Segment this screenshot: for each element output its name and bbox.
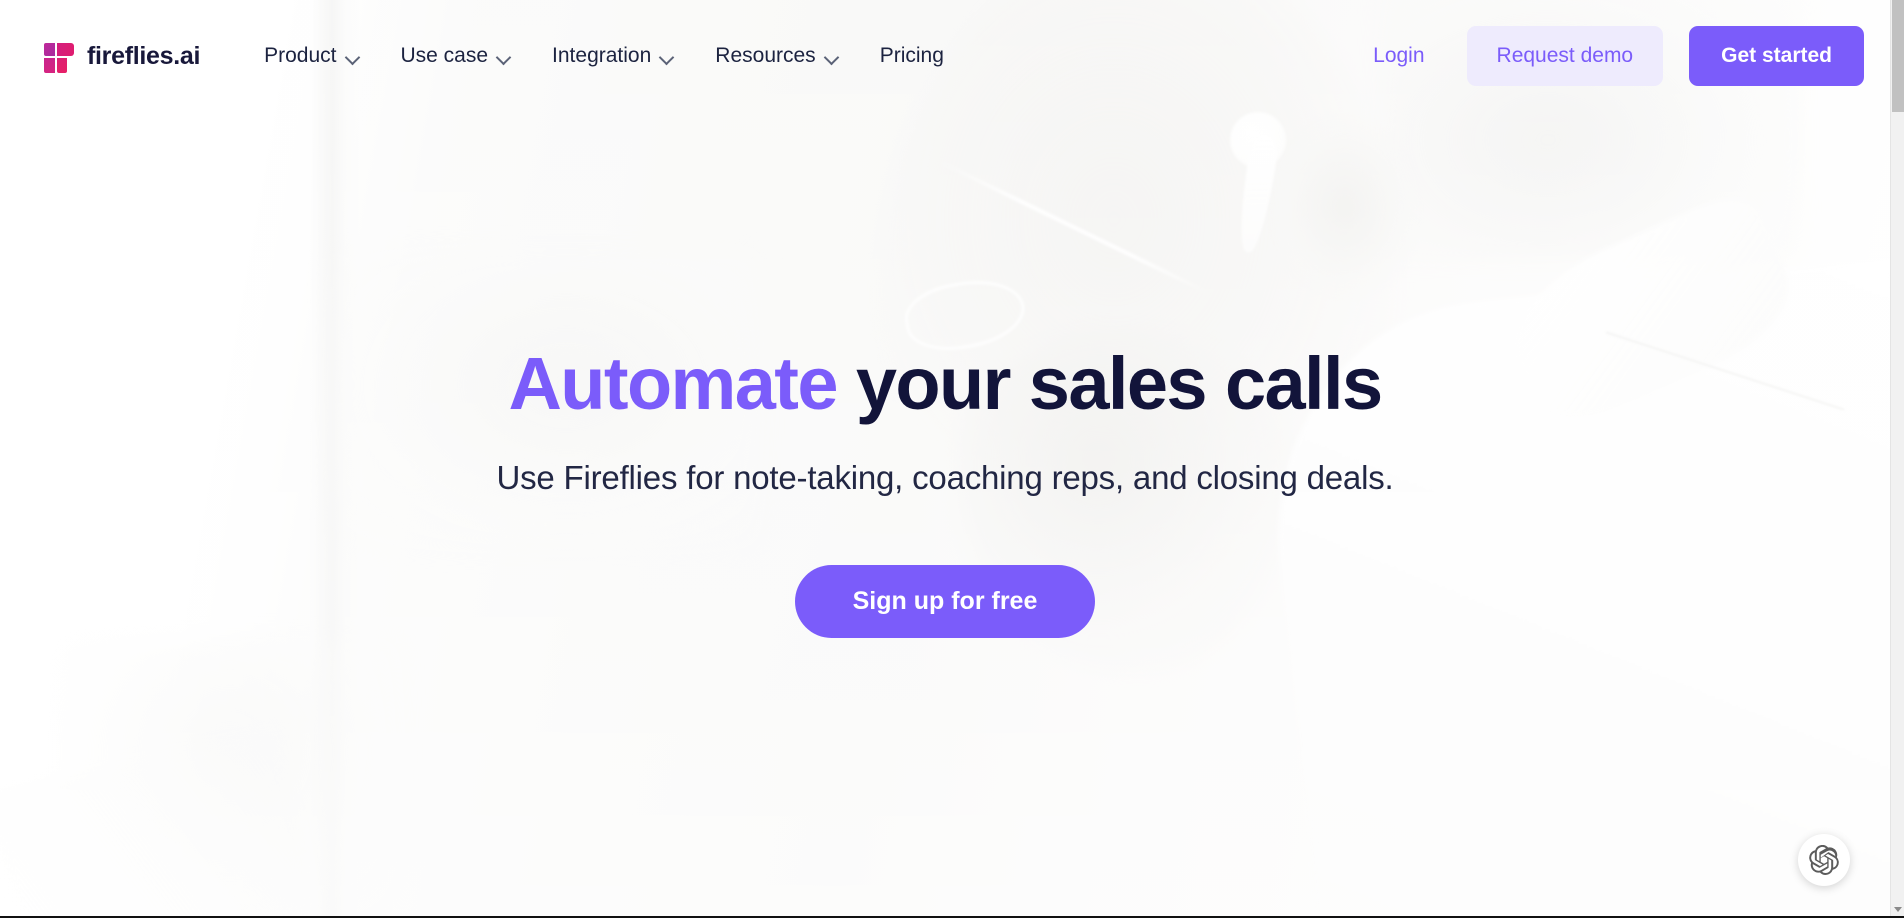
openai-logo-icon <box>1809 845 1839 875</box>
scrollbar-down-arrow-icon[interactable] <box>1891 902 1904 916</box>
nav-item-integration[interactable]: Integration <box>532 36 695 76</box>
chevron-down-icon <box>660 50 675 65</box>
fireflies-logo-icon <box>44 39 74 73</box>
nav-item-label: Integration <box>552 44 652 67</box>
site-header: fireflies.ai Product Use case Integratio… <box>0 0 1890 112</box>
page-scrollbar[interactable] <box>1890 0 1904 918</box>
sign-up-for-free-button[interactable]: Sign up for free <box>794 565 1096 639</box>
main-navigation: Product Use case Integration Resources P… <box>252 36 964 76</box>
nav-item-product[interactable]: Product <box>252 36 380 76</box>
assistant-floating-button[interactable] <box>1798 834 1850 886</box>
hero-subtitle: Use Fireflies for note-taking, coaching … <box>496 459 1394 497</box>
request-demo-button[interactable]: Request demo <box>1466 26 1664 86</box>
chevron-down-icon <box>497 50 512 65</box>
nav-item-use-case[interactable]: Use case <box>381 36 533 76</box>
chevron-down-icon <box>346 50 361 65</box>
get-started-button[interactable]: Get started <box>1689 26 1864 86</box>
chevron-down-icon <box>825 50 840 65</box>
nav-item-label: Product <box>264 44 337 67</box>
login-link[interactable]: Login <box>1351 34 1446 78</box>
hero-section: Automate your sales calls Use Fireflies … <box>0 0 1890 918</box>
brand-logo-link[interactable]: fireflies.ai <box>44 39 200 73</box>
page-title-accent: Automate <box>508 341 838 425</box>
page-title-rest: your sales calls <box>836 341 1383 425</box>
nav-item-label: Pricing <box>879 44 944 67</box>
brand-name: fireflies.ai <box>87 41 201 70</box>
header-actions: Login Request demo Get started <box>1351 26 1864 86</box>
scrollbar-thumb[interactable] <box>1892 0 1904 112</box>
page-title: Automate your sales calls <box>508 341 1383 425</box>
nav-item-pricing[interactable]: Pricing <box>860 36 964 76</box>
browser-viewport: fireflies.ai Product Use case Integratio… <box>0 0 1904 918</box>
nav-item-label: Use case <box>400 44 489 67</box>
nav-item-resources[interactable]: Resources <box>695 36 859 76</box>
nav-item-label: Resources <box>715 44 816 67</box>
